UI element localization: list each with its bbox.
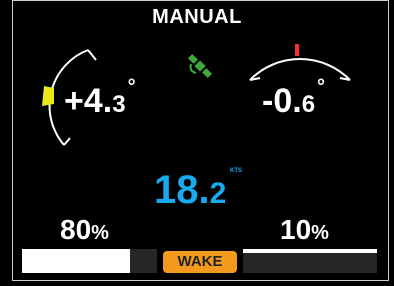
pitch-readout: -0.6° xyxy=(262,76,325,121)
left-ballast-number: 80 xyxy=(60,214,92,245)
roll-gauge-tick-top xyxy=(87,49,97,61)
roll-gauge-tick-bottom xyxy=(63,137,71,146)
roll-decimal: 3 xyxy=(112,91,126,118)
left-ballast-percent: 80% xyxy=(60,214,109,246)
pitch-degree: ° xyxy=(317,76,326,98)
speed-readout: 18.2 xyxy=(154,168,226,213)
pitch-value: -0. xyxy=(262,82,302,120)
pitch-marker xyxy=(295,44,299,56)
roll-marker xyxy=(42,86,54,106)
left-ballast-symbol: % xyxy=(91,222,109,244)
pitch-gauge-arc xyxy=(249,57,351,81)
right-ballast-percent: 10% xyxy=(280,214,329,246)
right-ballast-number: 10 xyxy=(280,214,312,245)
left-ballast-bar-fill xyxy=(22,249,130,273)
speed-value: 18. xyxy=(154,168,210,212)
speed-unit: KTS xyxy=(230,168,242,174)
roll-degree: ° xyxy=(127,76,136,98)
wake-button[interactable]: WAKE xyxy=(163,251,237,273)
roll-value: +4. xyxy=(64,82,113,120)
pitch-decimal: 6 xyxy=(301,91,316,118)
right-ballast-bar-fill xyxy=(243,249,377,253)
roll-readout: +4.3° xyxy=(64,76,136,121)
speed-decimal: 2 xyxy=(209,177,227,210)
right-ballast-symbol: % xyxy=(311,222,329,244)
